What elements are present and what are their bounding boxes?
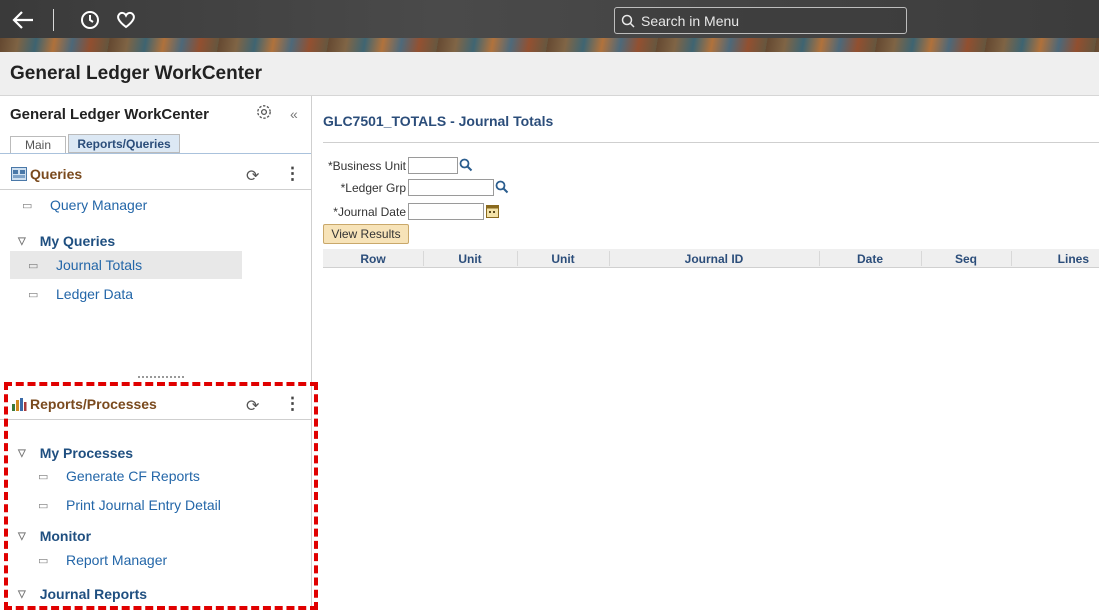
link-icon: ▭ (22, 199, 33, 212)
journal-date-label: *Journal Date (333, 205, 406, 219)
nav-separator (53, 9, 54, 31)
queries-pagelet-title: Queries (30, 166, 83, 182)
query-title: GLC7501_TOTALS - Journal Totals (323, 113, 554, 129)
link-label: Journal Totals (56, 257, 143, 273)
workcenter-title: General Ledger WorkCenter (10, 106, 209, 123)
search-menu-input[interactable]: Search in Menu (614, 7, 907, 34)
lookup-icon[interactable] (495, 180, 509, 197)
column-header-journal-id[interactable]: Journal ID (609, 252, 819, 266)
column-header-lines[interactable]: Lines (1011, 252, 1099, 266)
column-header-seq[interactable]: Seq (921, 252, 1011, 266)
link-label: Ledger Data (56, 286, 134, 302)
ledger-grp-input[interactable] (408, 179, 494, 196)
title-divider (323, 142, 1099, 143)
pagelet-resize-handle[interactable] (138, 376, 184, 378)
queries-icon (11, 167, 27, 184)
link-icon: ▭ (28, 259, 39, 272)
queries-pagelet-header: Queries ⟳ ⋮ (0, 158, 311, 190)
link-journal-totals[interactable]: ▭ Journal Totals (28, 257, 142, 273)
back-arrow-icon[interactable] (12, 6, 34, 34)
main-content: GLC7501_TOTALS - Journal Totals *Busines… (313, 96, 1099, 607)
page-title-bar: General Ledger WorkCenter (0, 52, 1099, 96)
business-unit-label: *Business Unit (327, 159, 406, 173)
column-header-unit[interactable]: Unit (423, 252, 517, 266)
lookup-icon[interactable] (459, 158, 473, 175)
link-label: Query Manager (50, 197, 148, 213)
column-header-date[interactable]: Date (819, 252, 921, 266)
tab-main[interactable]: Main (10, 136, 66, 153)
ledger-grp-label: *Ledger Grp (340, 181, 406, 195)
gear-icon[interactable] (256, 104, 272, 123)
group-my-queries[interactable]: ▽ My Queries (18, 233, 115, 249)
page-title: General Ledger WorkCenter (10, 63, 263, 84)
view-results-button[interactable]: View Results (323, 224, 409, 244)
collapse-pane-icon[interactable]: « (290, 106, 298, 122)
journal-date-input[interactable] (408, 203, 484, 220)
tab-underline (0, 153, 311, 154)
link-icon: ▭ (28, 288, 39, 301)
more-options-icon[interactable]: ⋮ (284, 164, 301, 184)
link-ledger-data[interactable]: ▭ Ledger Data (28, 286, 133, 302)
search-icon (621, 14, 635, 28)
calendar-icon[interactable] (486, 204, 499, 221)
history-icon[interactable] (80, 6, 100, 34)
tab-reports-queries[interactable]: Reports/Queries (68, 134, 180, 153)
column-header-unit-2[interactable]: Unit (517, 252, 609, 266)
expand-triangle-icon: ▽ (18, 235, 26, 247)
group-label: My Queries (39, 233, 116, 249)
results-grid-header: Row Unit Unit Journal ID Date Seq Lines (323, 249, 1099, 268)
banner-decoration (0, 38, 1099, 52)
search-placeholder: Search in Menu (641, 12, 740, 29)
favorites-heart-icon[interactable] (116, 6, 136, 34)
link-query-manager[interactable]: ▭ Query Manager (22, 197, 147, 213)
business-unit-input[interactable] (408, 157, 458, 174)
annotation-highlight-box (4, 382, 318, 610)
column-header-row[interactable]: Row (323, 252, 423, 266)
top-banner: Search in Menu (0, 0, 1099, 52)
refresh-icon[interactable]: ⟳ (246, 166, 259, 186)
